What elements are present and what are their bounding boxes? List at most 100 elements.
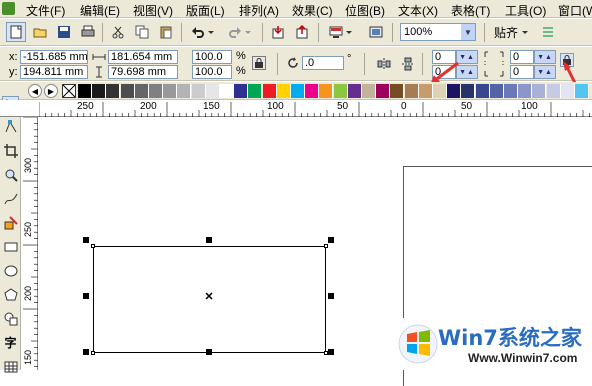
color-swatch[interactable]: [92, 84, 107, 98]
scale-y-field[interactable]: 100.0: [192, 65, 232, 79]
chevron-down-icon[interactable]: ▼: [461, 24, 475, 40]
menu-tools[interactable]: 工具(O): [505, 2, 546, 19]
corner-top-right-field[interactable]: 0: [510, 50, 534, 64]
menu-effects[interactable]: 效果(C): [292, 2, 333, 19]
corner-top-right-spinner[interactable]: ▼▲: [534, 50, 556, 64]
rectangle-node[interactable]: [324, 244, 328, 248]
scale-x-field[interactable]: 100.0: [192, 50, 232, 64]
color-swatch[interactable]: [575, 84, 589, 98]
copy-button[interactable]: [132, 22, 152, 42]
menu-layout[interactable]: 版面(L): [186, 2, 225, 19]
table-tool[interactable]: [2, 358, 19, 375]
ellipse-tool[interactable]: [2, 262, 19, 279]
selection-handle-top-right[interactable]: [328, 237, 334, 243]
color-swatch[interactable]: [475, 84, 490, 98]
polygon-tool[interactable]: [2, 286, 19, 303]
width-field[interactable]: 181.654 mm: [108, 50, 178, 64]
color-swatch[interactable]: [319, 84, 334, 98]
corner-bottom-right-field[interactable]: 0: [510, 65, 534, 79]
zoom-level-select[interactable]: 100% ▼: [400, 23, 476, 41]
color-swatch[interactable]: [518, 84, 533, 98]
cut-button[interactable]: [108, 22, 128, 42]
snap-to-label[interactable]: 贴齐: [494, 24, 518, 41]
selection-handle-bottom-right[interactable]: [328, 349, 334, 355]
height-field[interactable]: 79.698 mm: [108, 65, 178, 79]
export-button[interactable]: [292, 22, 312, 42]
vertical-ruler[interactable]: 300 250 200 150: [21, 117, 38, 370]
color-swatch[interactable]: [433, 84, 447, 98]
redo-button[interactable]: [225, 22, 245, 42]
color-swatch[interactable]: [134, 84, 149, 98]
menu-text[interactable]: 文本(X): [398, 2, 438, 19]
import-button[interactable]: [268, 22, 288, 42]
paste-button[interactable]: [156, 22, 176, 42]
menu-edit[interactable]: 编辑(E): [80, 2, 120, 19]
color-swatch[interactable]: [532, 84, 547, 98]
menu-bitmaps[interactable]: 位图(B): [345, 2, 385, 19]
horizontal-ruler[interactable]: 250 200 150 100 50 0 50 100: [0, 100, 592, 117]
rectangle-node[interactable]: [91, 351, 95, 355]
crop-tool[interactable]: [2, 142, 19, 159]
options-button[interactable]: [538, 22, 558, 42]
color-swatch[interactable]: [418, 84, 433, 98]
selection-handle-right[interactable]: [328, 293, 334, 299]
color-swatch[interactable]: [262, 84, 277, 98]
smart-fill-tool[interactable]: [2, 214, 19, 231]
palette-scroll-right-icon[interactable]: ▶: [44, 84, 58, 98]
x-position-field[interactable]: -151.685 mm: [20, 50, 88, 64]
color-swatch[interactable]: [78, 84, 92, 98]
color-swatch[interactable]: [504, 84, 518, 98]
selection-handle-bottom[interactable]: [206, 349, 212, 355]
color-swatch[interactable]: [248, 84, 263, 98]
text-tool[interactable]: 字: [2, 334, 19, 351]
zoom-tool[interactable]: [2, 166, 19, 183]
color-swatch[interactable]: [220, 84, 234, 98]
selection-handle-left[interactable]: [83, 293, 89, 299]
menu-file[interactable]: 文件(F): [26, 2, 65, 19]
color-swatch[interactable]: [149, 84, 163, 98]
open-button[interactable]: [30, 22, 50, 42]
selection-handle-top[interactable]: [206, 237, 212, 243]
color-swatch[interactable]: [461, 84, 476, 98]
undo-button[interactable]: [188, 22, 208, 42]
selection-handle-bottom-left[interactable]: [83, 349, 89, 355]
color-swatch[interactable]: [205, 84, 220, 98]
color-swatch[interactable]: [120, 84, 135, 98]
print-button[interactable]: [78, 22, 98, 42]
mirror-vertical-button[interactable]: [398, 54, 418, 74]
color-swatch[interactable]: [390, 84, 405, 98]
color-swatch[interactable]: [489, 84, 504, 98]
snap-dropdown[interactable]: [520, 22, 530, 42]
color-swatch[interactable]: [347, 84, 362, 98]
selection-handle-top-left[interactable]: [83, 237, 89, 243]
color-swatch[interactable]: [362, 84, 376, 98]
menu-arrange[interactable]: 排列(A): [239, 2, 279, 19]
palette-scroll-left-icon[interactable]: ◀: [28, 84, 42, 98]
color-swatch[interactable]: [546, 84, 561, 98]
color-swatch[interactable]: [376, 84, 391, 98]
color-swatch[interactable]: [404, 84, 419, 98]
application-launcher-button[interactable]: [326, 22, 346, 42]
shape-tool[interactable]: [2, 118, 19, 135]
undo-dropdown[interactable]: [206, 22, 216, 42]
rectangle-tool[interactable]: [2, 238, 19, 255]
mirror-horizontal-button[interactable]: [374, 54, 394, 74]
redo-dropdown[interactable]: [243, 22, 253, 42]
welcome-screen-button[interactable]: [366, 22, 386, 42]
rotation-field[interactable]: .0: [302, 56, 344, 70]
color-swatch[interactable]: [276, 84, 291, 98]
menu-table[interactable]: 表格(T): [451, 2, 490, 19]
color-swatch[interactable]: [234, 84, 249, 98]
y-position-field[interactable]: 194.811 mm: [20, 65, 88, 79]
color-swatch[interactable]: [191, 84, 206, 98]
color-swatch[interactable]: [305, 84, 320, 98]
launcher-dropdown[interactable]: [344, 22, 354, 42]
rectangle-node[interactable]: [91, 244, 95, 248]
lock-ratio-button[interactable]: [252, 56, 266, 70]
color-swatch[interactable]: [163, 84, 178, 98]
menu-view[interactable]: 视图(V): [133, 2, 173, 19]
menu-window[interactable]: 窗口(W): [558, 2, 592, 19]
color-swatch[interactable]: [447, 84, 462, 98]
no-fill-swatch[interactable]: [62, 84, 76, 98]
color-swatch[interactable]: [560, 84, 575, 98]
